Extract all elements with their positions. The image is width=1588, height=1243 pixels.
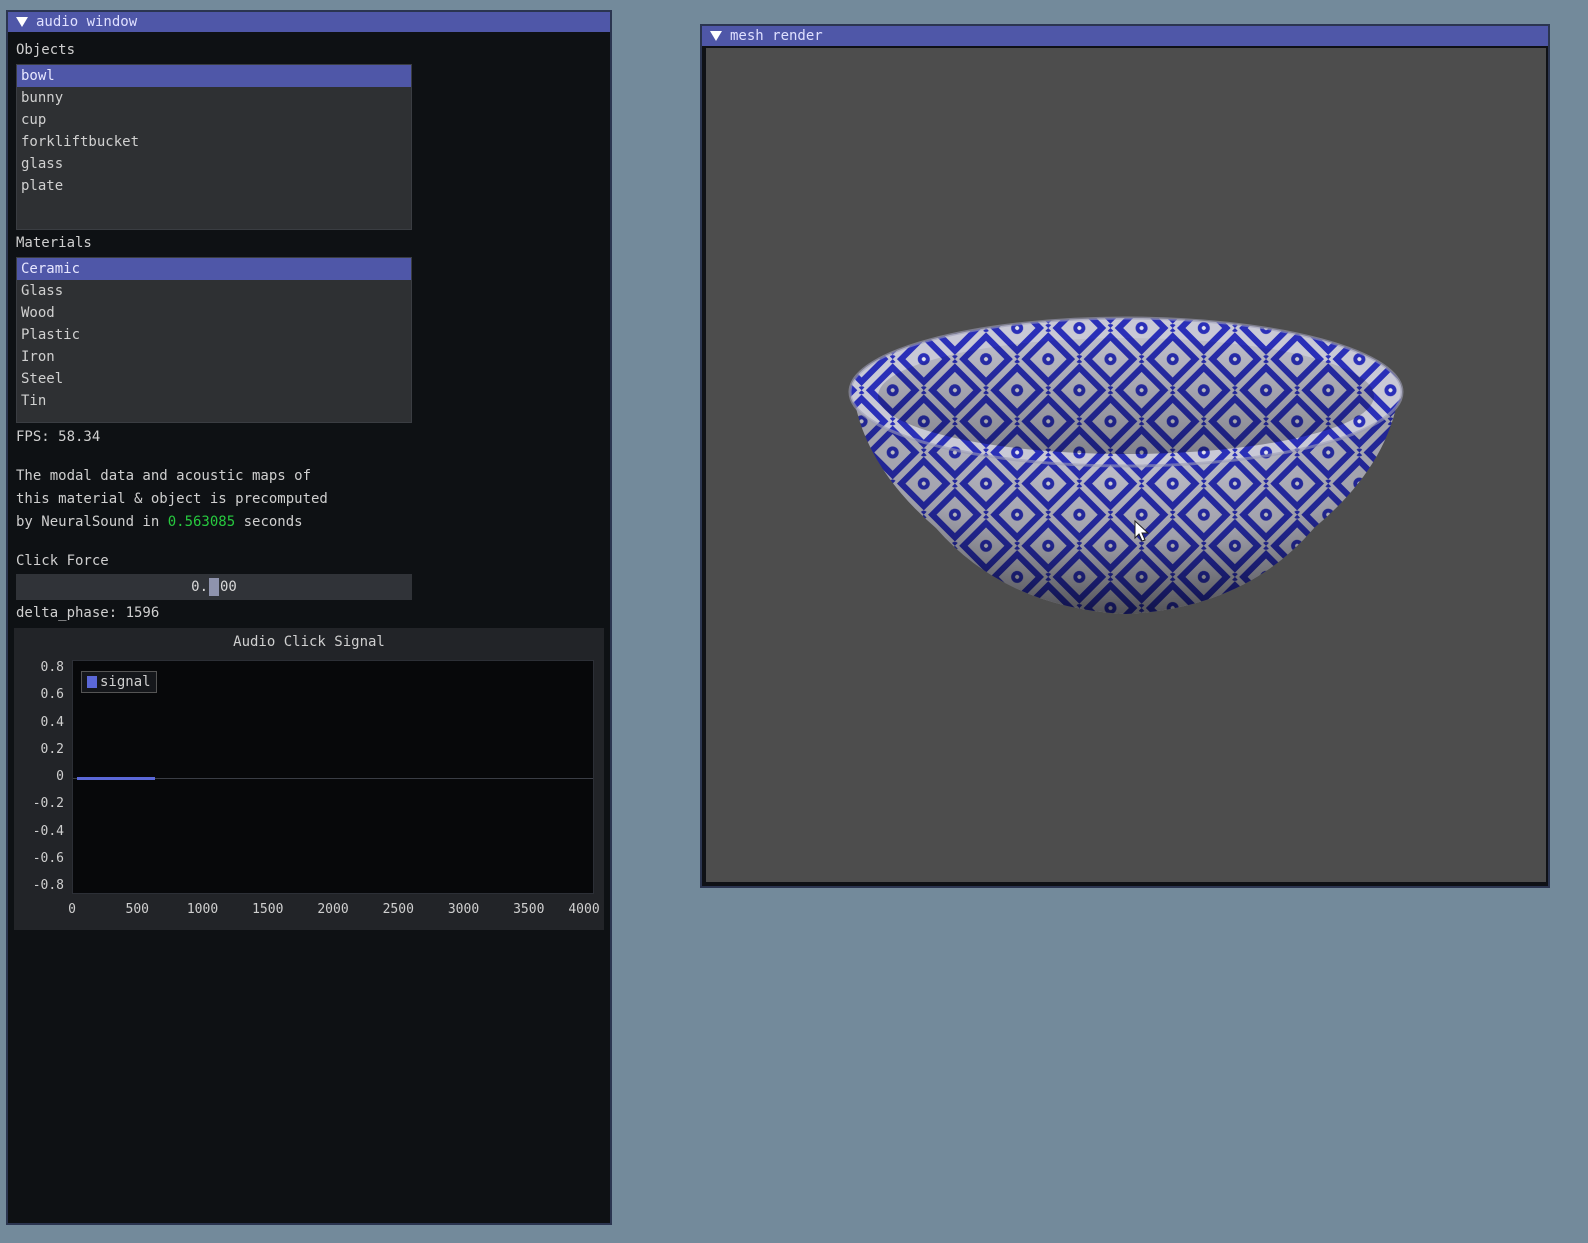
material-item-tin[interactable]: Tin: [17, 390, 411, 412]
x-tick-label: 1500: [252, 902, 284, 917]
click-force-value-int: 0.: [191, 579, 208, 595]
info-prefix: by NeuralSound in: [16, 514, 168, 530]
material-item-glass[interactable]: Glass: [17, 280, 411, 302]
x-tick-label: 2000: [317, 902, 349, 917]
mesh-render-window: mesh render: [700, 24, 1550, 888]
info-line-1: The modal data and acoustic maps of: [16, 468, 312, 484]
collapse-arrow-icon[interactable]: [710, 31, 722, 41]
y-tick-label: -0.2: [32, 796, 64, 812]
material-item-iron[interactable]: Iron: [17, 346, 411, 368]
object-item-bunny[interactable]: bunny: [17, 87, 411, 109]
info-suffix: seconds: [235, 514, 303, 530]
objects-listbox[interactable]: bowl bunny cup forkliftbucket glass plate: [16, 64, 412, 230]
material-item-plastic[interactable]: Plastic: [17, 324, 411, 346]
object-item-cup[interactable]: cup: [17, 109, 411, 131]
mesh-window-titlebar[interactable]: mesh render: [702, 26, 1548, 46]
material-item-steel[interactable]: Steel: [17, 368, 411, 390]
x-tick-label: 3000: [447, 902, 480, 917]
material-item-ceramic[interactable]: Ceramic: [17, 258, 411, 280]
bowl-mesh[interactable]: [706, 48, 1546, 882]
y-tick-label: 0: [56, 769, 64, 784]
mouse-cursor-icon: [1134, 520, 1150, 542]
materials-label: Materials: [16, 235, 92, 251]
signal-line: [77, 777, 156, 780]
object-item-forkliftbucket[interactable]: forkliftbucket: [17, 131, 411, 153]
y-tick-label: 0.8: [40, 660, 64, 675]
slider-grab-handle[interactable]: [209, 578, 219, 596]
x-tick-label: 500: [125, 902, 149, 917]
y-tick-label: -0.8: [32, 878, 64, 893]
object-item-bowl[interactable]: bowl: [17, 65, 411, 87]
audio-window-titlebar[interactable]: audio window: [8, 12, 610, 32]
info-line-3: by NeuralSound in 0.563085 seconds: [16, 514, 303, 530]
y-tick-label: 0.2: [40, 741, 64, 757]
y-tick-label: -0.6: [32, 850, 64, 866]
objects-label: Objects: [16, 42, 76, 58]
materials-listbox[interactable]: Ceramic Glass Wood Plastic Iron Steel Tin: [16, 257, 412, 423]
material-item-wood[interactable]: Wood: [17, 302, 411, 324]
legend-swatch: [87, 676, 97, 688]
x-tick-label: 4000: [568, 902, 600, 917]
audio-signal-plot[interactable]: Audio Click Signal 0.8 0.6 0.4 0.2 0 -0.2 -0.4…: [14, 628, 604, 930]
precompute-time: 0.563085: [167, 514, 236, 530]
click-force-slider[interactable]: 0. 00: [16, 574, 412, 600]
x-tick-label: 3500: [513, 902, 545, 917]
plot-legend[interactable]: signal: [81, 671, 157, 693]
y-tick-label: 0.4: [40, 714, 64, 730]
x-tick-label: 0: [68, 902, 76, 917]
audio-window: audio window Objects bowl bunny cup forklif…: [6, 10, 612, 1225]
info-line-2: this material & object is precomputed: [16, 491, 328, 507]
plot-title: Audio Click Signal: [233, 634, 385, 650]
click-force-value-dec: 00: [220, 579, 237, 595]
y-tick-label: -0.4: [32, 823, 64, 839]
fps-readout: FPS: 58.34: [16, 429, 101, 445]
object-item-glass[interactable]: glass: [17, 153, 411, 175]
collapse-arrow-icon[interactable]: [16, 17, 28, 27]
object-item-plate[interactable]: plate: [17, 175, 411, 197]
delta-phase-readout: delta_phase: 1596: [16, 605, 160, 621]
x-tick-label: 2500: [382, 902, 414, 917]
audio-window-title: audio window: [36, 14, 138, 30]
x-tick-label: 1000: [186, 902, 219, 917]
legend-signal-label: signal: [100, 674, 151, 690]
click-force-label: Click Force: [16, 553, 109, 569]
render-viewport[interactable]: [706, 48, 1546, 882]
plot-area[interactable]: signal: [72, 660, 594, 894]
y-tick-label: 0.6: [40, 687, 64, 703]
mesh-window-title: mesh render: [730, 28, 823, 44]
